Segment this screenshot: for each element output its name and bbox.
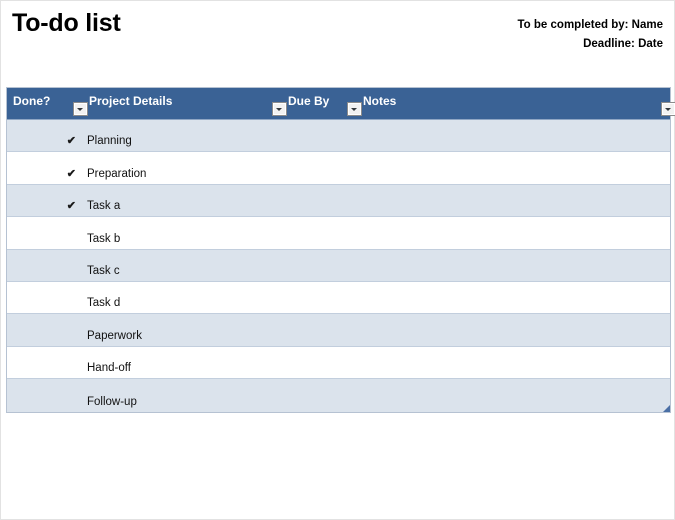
- cell-done[interactable]: [7, 347, 83, 378]
- todo-list-page: To-do list To be completed by: Name Dead…: [0, 0, 675, 520]
- cell-project-details[interactable]: Hand-off: [87, 347, 282, 378]
- cell-notes[interactable]: [362, 314, 670, 345]
- deadline-line: Deadline: Date: [583, 38, 663, 50]
- table-row[interactable]: ✔ Planning: [7, 120, 670, 153]
- cell-project-details[interactable]: Planning: [87, 120, 282, 151]
- cell-notes[interactable]: [362, 185, 670, 216]
- chevron-down-icon: [276, 108, 282, 111]
- cell-notes[interactable]: [362, 379, 670, 411]
- cell-due-by[interactable]: [286, 314, 360, 345]
- table-header-row: Done? Project Details Due By Notes: [7, 88, 675, 120]
- cell-project-details[interactable]: Task c: [87, 250, 282, 281]
- cell-due-by[interactable]: [286, 185, 360, 216]
- cell-due-by[interactable]: [286, 347, 360, 378]
- table-resize-handle[interactable]: [663, 404, 670, 412]
- cell-project-details[interactable]: Paperwork: [87, 314, 282, 345]
- cell-project-details[interactable]: Preparation: [87, 152, 282, 183]
- task-label: Paperwork: [87, 329, 142, 342]
- table-row[interactable]: Follow-up: [7, 379, 670, 412]
- table-row[interactable]: Task d: [7, 281, 670, 315]
- column-header-project-details: Project Details: [89, 94, 173, 108]
- document-meta: To be completed by: Name Deadline: Date: [518, 16, 663, 54]
- task-label: Task d: [87, 297, 121, 310]
- page-title: To-do list: [12, 9, 121, 37]
- cell-notes[interactable]: [362, 347, 670, 378]
- task-label: Planning: [87, 135, 132, 148]
- cell-project-details[interactable]: Task a: [87, 185, 282, 216]
- cell-due-by[interactable]: [286, 217, 360, 248]
- table-row[interactable]: Task b: [7, 217, 670, 250]
- table-row[interactable]: Hand-off: [7, 346, 670, 380]
- check-icon: ✔: [66, 200, 76, 213]
- document-header: To-do list To be completed by: Name Dead…: [1, 1, 675, 85]
- check-icon: ✔: [66, 135, 76, 148]
- cell-notes[interactable]: [362, 120, 670, 151]
- task-label: Hand-off: [87, 362, 131, 375]
- column-header-due-by: Due By: [288, 94, 330, 108]
- cell-done[interactable]: [7, 250, 83, 281]
- chevron-down-icon: [665, 108, 671, 111]
- cell-due-by[interactable]: [286, 282, 360, 313]
- task-label: Task b: [87, 232, 121, 245]
- cell-notes[interactable]: [362, 250, 670, 281]
- filter-button-done[interactable]: [73, 102, 88, 116]
- cell-done[interactable]: ✔: [7, 185, 83, 216]
- table-body: ✔ Planning ✔ Preparation ✔ Task a Task b Task c…: [7, 120, 670, 412]
- filter-button-due-by[interactable]: [347, 102, 362, 116]
- check-icon: ✔: [66, 167, 76, 180]
- task-label: Task a: [87, 200, 121, 213]
- cell-notes[interactable]: [362, 152, 670, 183]
- cell-due-by[interactable]: [286, 250, 360, 281]
- cell-done[interactable]: [7, 314, 83, 345]
- table-row[interactable]: ✔ Task a: [7, 184, 670, 218]
- table-row[interactable]: Paperwork: [7, 314, 670, 347]
- cell-done[interactable]: [7, 282, 83, 313]
- cell-due-by[interactable]: [286, 379, 360, 411]
- cell-project-details[interactable]: Task b: [87, 217, 282, 248]
- column-header-done: Done?: [13, 94, 51, 108]
- cell-done[interactable]: [7, 217, 83, 248]
- cell-done[interactable]: ✔: [7, 120, 83, 151]
- cell-due-by[interactable]: [286, 120, 360, 151]
- cell-project-details[interactable]: Task d: [87, 282, 282, 313]
- todo-table: Done? Project Details Due By Notes ✔ Plan…: [6, 87, 675, 413]
- cell-notes[interactable]: [362, 282, 670, 313]
- task-label: Task c: [87, 264, 120, 277]
- cell-project-details[interactable]: Follow-up: [87, 379, 282, 411]
- table-row[interactable]: Task c: [7, 249, 670, 282]
- chevron-down-icon: [351, 108, 357, 111]
- column-header-notes: Notes: [363, 94, 397, 108]
- task-label: Preparation: [87, 167, 147, 180]
- filter-button-project-details[interactable]: [272, 102, 287, 116]
- cell-done[interactable]: [7, 379, 83, 411]
- cell-done[interactable]: ✔: [7, 152, 83, 183]
- filter-button-notes[interactable]: [661, 102, 675, 116]
- table-row[interactable]: ✔ Preparation: [7, 152, 670, 185]
- task-label: Follow-up: [87, 395, 137, 408]
- cell-due-by[interactable]: [286, 152, 360, 183]
- chevron-down-icon: [77, 108, 83, 111]
- completed-by-line: To be completed by: Name: [517, 19, 663, 31]
- cell-notes[interactable]: [362, 217, 670, 248]
